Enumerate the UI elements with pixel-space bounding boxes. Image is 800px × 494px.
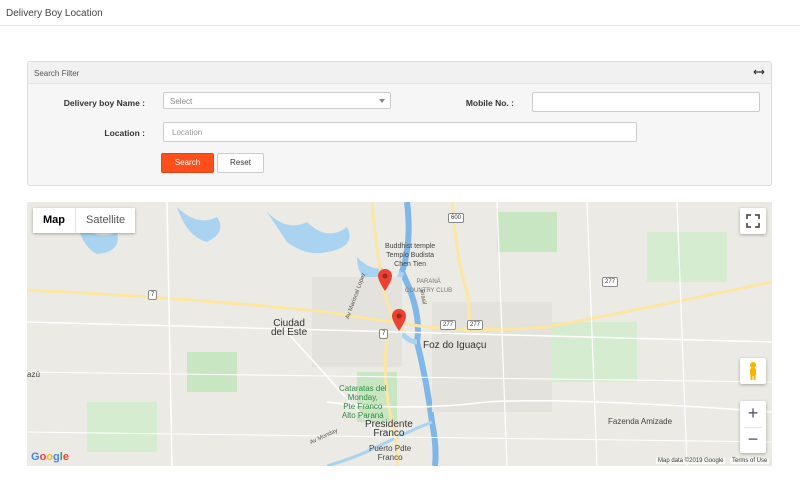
delivery-boy-select[interactable]: Select <box>163 92 391 109</box>
route-shield-7b: 7 <box>379 329 389 339</box>
route-shield-600: 600 <box>448 213 465 223</box>
place-foz-do-iguacu: Foz do Iguaçu <box>423 340 487 351</box>
street-view-button[interactable] <box>740 358 766 384</box>
route-shield-7a: 7 <box>148 290 158 300</box>
location-marker-icon[interactable] <box>392 309 406 331</box>
page-header: Delivery Boy Location <box>0 0 800 26</box>
route-shield-277a: 277 <box>440 320 457 330</box>
place-buddhist-temple: Buddhist temple Templo Budista Chen Tien <box>385 243 436 268</box>
place-country-club: PARANÁ COUNTRY CLUB <box>405 279 453 294</box>
collapse-arrows-icon[interactable] <box>753 66 765 78</box>
reset-button[interactable]: Reset <box>217 153 264 173</box>
place-azu: azú <box>27 370 40 379</box>
map-data-attribution: Map data ©2019 Google <box>656 458 726 464</box>
place-presidente-franco: Presidente Franco <box>365 419 413 439</box>
panel-header: Search Filter <box>28 62 771 84</box>
delivery-boy-select-value: Select <box>170 97 193 106</box>
place-fazenda-amizade: Fazenda Amizade <box>608 417 673 426</box>
chevron-down-icon <box>379 99 385 103</box>
delivery-boy-label: Delivery boy Name : <box>63 98 145 108</box>
mobile-label: Mobile No. : <box>465 98 514 108</box>
map-view[interactable]: Map Satellite + − Buddhist temple Templo… <box>27 202 772 466</box>
map-type-control: Map Satellite <box>33 208 136 233</box>
route-shield-277b: 277 <box>467 320 484 330</box>
location-input[interactable]: Location <box>163 122 637 142</box>
page-title: Delivery Boy Location <box>6 8 103 19</box>
map-type-satellite-button[interactable]: Satellite <box>76 208 135 233</box>
google-logo: Google <box>31 451 69 463</box>
search-button[interactable]: Search <box>161 153 214 173</box>
route-shield-277c: 277 <box>602 277 619 287</box>
zoom-in-button[interactable]: + <box>740 401 766 427</box>
terms-of-use-link[interactable]: Terms of Use <box>730 458 770 464</box>
map-type-map-button[interactable]: Map <box>33 208 76 233</box>
mobile-input[interactable] <box>532 92 760 112</box>
place-ciudad-del-este: Ciudad del Este <box>271 318 308 338</box>
pegman-icon <box>750 362 756 380</box>
fullscreen-button[interactable] <box>740 208 766 234</box>
search-filter-panel: Search Filter Delivery boy Name : Select… <box>27 61 772 186</box>
location-marker-icon[interactable] <box>378 269 392 291</box>
panel-title: Search Filter <box>34 69 80 78</box>
zoom-out-button[interactable]: − <box>740 427 766 453</box>
place-puerto-franco: Puerto Pdte Franco <box>369 444 412 462</box>
location-label: Location : <box>104 128 145 138</box>
zoom-control: + − <box>740 401 766 453</box>
place-cataratas: Cataratas del Monday, Pte Franco Alto Pa… <box>339 384 387 420</box>
fullscreen-icon <box>746 214 760 228</box>
